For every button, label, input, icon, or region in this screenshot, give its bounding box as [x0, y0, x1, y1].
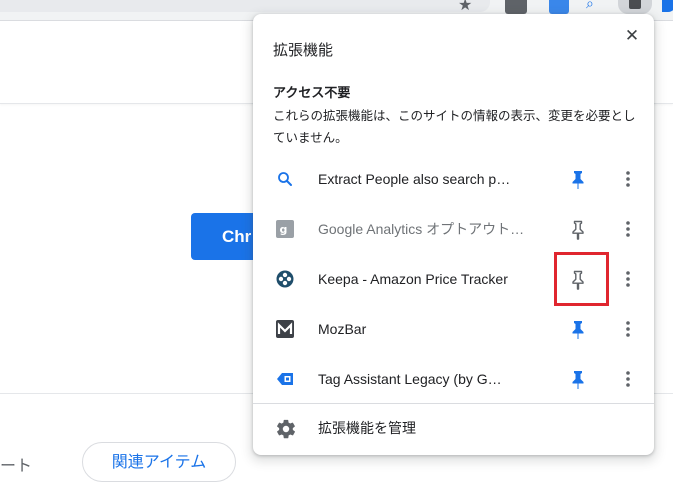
more-options-icon[interactable]	[619, 267, 637, 291]
extension-icon[interactable]	[549, 0, 569, 14]
manage-extensions-row[interactable]: 拡張機能を管理	[253, 404, 654, 454]
extension-name: Keepa - Amazon Price Tracker	[318, 271, 508, 287]
more-options-icon[interactable]	[619, 217, 637, 241]
search-icon	[278, 172, 292, 186]
extension-row[interactable]: MozBar	[253, 304, 654, 354]
section-heading: アクセス不要	[273, 86, 351, 101]
more-options-icon[interactable]	[619, 317, 637, 341]
extension-name: Tag Assistant Legacy (by G…	[318, 371, 502, 387]
extensions-button[interactable]	[618, 0, 652, 14]
close-button[interactable]: ✕	[622, 26, 642, 46]
keepa-icon	[276, 270, 294, 288]
pin-icon[interactable]	[566, 217, 590, 241]
puzzle-icon	[629, 0, 641, 9]
pin-icon[interactable]	[566, 367, 590, 391]
more-options-icon[interactable]	[619, 167, 637, 191]
more-options-icon[interactable]	[619, 367, 637, 391]
search-icon[interactable]: ⌕	[586, 0, 602, 14]
extension-row[interactable]: Extract People also search p…	[253, 154, 654, 204]
panel-title: 拡張機能	[273, 41, 334, 59]
address-bar[interactable]	[0, 0, 490, 12]
extension-row[interactable]: g Google Analytics オプトアウト…	[253, 204, 654, 254]
gear-icon	[277, 419, 295, 439]
moz-icon	[276, 320, 294, 338]
related-items-button[interactable]: 関連アイテム	[82, 442, 236, 482]
extension-name: Extract People also search p…	[318, 171, 511, 187]
pin-icon[interactable]	[566, 167, 590, 191]
extension-name: MozBar	[318, 321, 367, 337]
manage-extensions-label: 拡張機能を管理	[318, 421, 416, 437]
tag-icon	[277, 373, 293, 385]
avatar-icon[interactable]	[662, 0, 673, 12]
extension-icon[interactable]	[505, 0, 527, 14]
google-icon: g	[276, 220, 294, 238]
pin-icon[interactable]	[566, 317, 590, 341]
extension-name: Google Analytics オプトアウト…	[318, 221, 525, 237]
star-icon[interactable]: ★	[458, 0, 474, 14]
extension-row[interactable]: Tag Assistant Legacy (by G…	[253, 354, 654, 404]
svg-text:g: g	[280, 223, 288, 236]
section-description: これらの拡張機能は、このサイトの情報の表示、変更を必要としていません。	[273, 108, 636, 145]
report-link[interactable]: ート	[0, 452, 32, 476]
pin-icon[interactable]	[566, 267, 590, 291]
extension-row[interactable]: Keepa - Amazon Price Tracker	[253, 252, 654, 306]
extensions-popup: 拡張機能 ✕ アクセス不要 これらの拡張機能は、このサイトの情報の表示、変更を必…	[253, 14, 654, 455]
